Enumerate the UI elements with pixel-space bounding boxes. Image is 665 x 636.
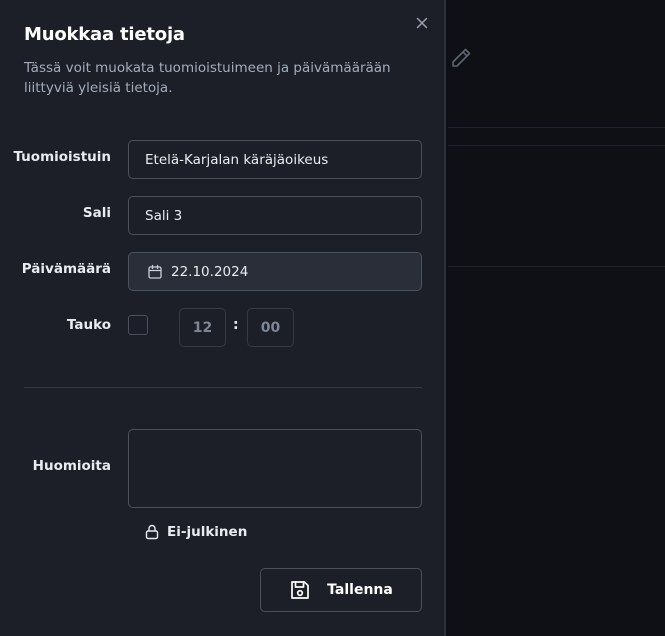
court-input[interactable]: Etelä-Karjalan käräjäoikeus — [128, 140, 422, 179]
background-divider — [448, 266, 665, 267]
privacy-toggle[interactable]: Ei-julkinen — [145, 524, 247, 540]
break-minute-input[interactable]: 00 — [247, 308, 294, 347]
edit-details-drawer: Muokkaa tietoja Tässä voit muokata tuomi… — [0, 0, 446, 636]
privacy-label: Ei-julkinen — [167, 524, 248, 540]
save-icon — [291, 581, 310, 599]
section-divider — [24, 387, 422, 388]
date-label: Päivämäärä — [21, 261, 111, 277]
court-input-value: Etelä-Karjalan käräjäoikeus — [145, 151, 329, 168]
room-input-value: Sali 3 — [145, 207, 183, 224]
lock-icon — [145, 524, 159, 540]
date-picker[interactable]: 22.10.2024 — [128, 252, 422, 291]
room-input[interactable]: Sali 3 — [128, 196, 422, 235]
notes-label: Huomioita — [32, 458, 111, 474]
drawer-title: Muokkaa tietoja — [24, 24, 185, 45]
save-button-label: Tallenna — [327, 582, 393, 598]
room-label: Sali — [82, 205, 111, 221]
save-button[interactable]: Tallenna — [260, 568, 422, 612]
close-button[interactable] — [412, 13, 432, 33]
break-checkbox[interactable] — [128, 315, 148, 335]
close-icon[interactable] — [416, 17, 428, 29]
court-label: Tuomioistuin — [13, 149, 111, 165]
calendar-icon — [148, 264, 162, 279]
date-value: 22.10.2024 — [171, 263, 249, 280]
time-separator: : — [233, 317, 239, 333]
pencil-icon[interactable] — [449, 46, 473, 70]
break-hour-input[interactable]: 12 — [179, 308, 226, 347]
background-divider — [448, 127, 665, 128]
drawer-description: Tässä voit muokata tuomioistuimeen ja pä… — [24, 60, 391, 96]
break-label: Tauko — [66, 317, 111, 333]
background-divider — [448, 145, 665, 146]
notes-textarea[interactable] — [128, 429, 422, 508]
